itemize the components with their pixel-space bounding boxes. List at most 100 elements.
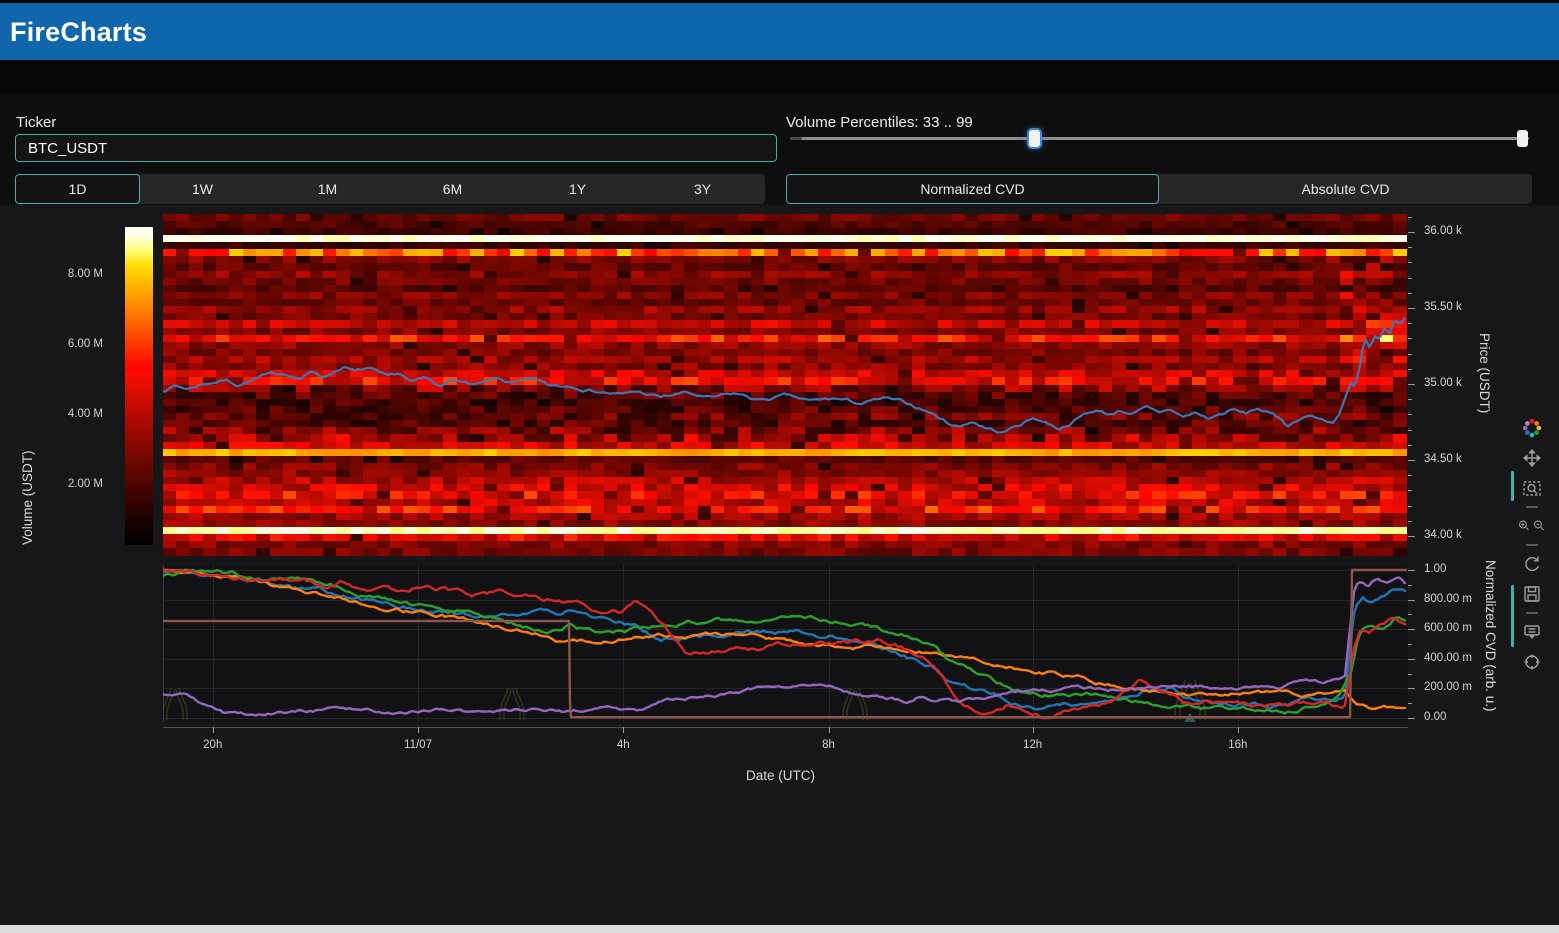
cvd-tick-label: 200.00 m: [1424, 681, 1472, 693]
price-minor-tick: [1408, 384, 1412, 385]
price-minor-tick: [1408, 506, 1412, 507]
cvd-plot-canvas[interactable]: [163, 565, 1407, 725]
cvd-tick: [1408, 718, 1415, 719]
ticker-label: Ticker: [16, 114, 56, 131]
x-tick-label: 4h: [605, 739, 641, 751]
price-minor-tick: [1408, 232, 1412, 233]
price-minor-tick: [1408, 445, 1412, 446]
percentile-slider-handle-high[interactable]: [1517, 130, 1528, 147]
x-tick: [418, 727, 419, 733]
percentile-slider-track-inactive: [790, 137, 802, 140]
box-zoom-icon[interactable]: [1521, 477, 1543, 499]
price-minor-tick: [1408, 414, 1412, 415]
x-tick-label: 11/07: [400, 739, 436, 751]
modebar-active-indicator: [1511, 471, 1514, 501]
cvd-minor-tick: [1408, 614, 1412, 615]
percentile-slider-handle-low[interactable]: [1029, 130, 1040, 147]
x-tick-label: 20h: [195, 739, 231, 751]
x-tick: [213, 727, 214, 733]
header-gap: [0, 60, 1559, 95]
percentile-slider-track[interactable]: [790, 137, 1529, 140]
bottom-strip: [0, 925, 1559, 933]
cvd-minor-tick: [1408, 674, 1412, 675]
cvd-tick: [1408, 570, 1415, 571]
price-minor-tick: [1408, 521, 1412, 522]
cvd-tick: [1408, 600, 1415, 601]
timeframe-button-1y[interactable]: 1Y: [515, 174, 640, 204]
cvd-tick: [1408, 688, 1415, 689]
x-tick: [1238, 727, 1239, 733]
cvd-axis-title: Normalized CVD (arb. u.): [1483, 560, 1498, 712]
price-minor-tick: [1408, 262, 1412, 263]
app-header: FireCharts: [0, 3, 1559, 60]
price-minor-tick: [1408, 475, 1412, 476]
price-minor-tick: [1408, 460, 1412, 461]
cvd-tick-label: 0.00: [1424, 711, 1446, 723]
price-minor-tick: [1408, 354, 1412, 355]
timeframe-button-1d[interactable]: 1D: [15, 174, 140, 204]
zoom-in-icon[interactable]: [1517, 515, 1532, 537]
cvd-mode-button-group: Normalized CVDAbsolute CVD: [786, 174, 1532, 204]
plotly-modebar: [1514, 413, 1550, 677]
cvd-minor-tick: [1408, 585, 1412, 586]
x-tick: [623, 727, 624, 733]
pan-icon[interactable]: [1521, 447, 1543, 469]
modebar-separator: [1526, 544, 1538, 546]
app-title: FireCharts: [0, 3, 1559, 48]
ticker-input[interactable]: [15, 134, 777, 162]
volume-percentiles-label: Volume Percentiles: 33 .. 99: [786, 114, 973, 131]
volume-tick-label: 6.00 M: [60, 338, 103, 350]
cvd-tick-label: 400.00 m: [1424, 652, 1472, 664]
cvd-tick: [1408, 629, 1415, 630]
price-tick-label: 34.50 k: [1424, 453, 1462, 465]
modebar-separator: [1526, 506, 1538, 508]
price-minor-tick: [1408, 293, 1412, 294]
price-minor-tick: [1408, 536, 1412, 537]
price-tick-label: 35.50 k: [1424, 301, 1462, 313]
x-tick: [829, 727, 830, 733]
price-tick-label: 35.00 k: [1424, 377, 1462, 389]
price-minor-tick: [1408, 430, 1412, 431]
volume-tick-label: 4.00 M: [60, 408, 103, 420]
crosshair-icon[interactable]: [1521, 651, 1543, 673]
price-minor-tick: [1408, 323, 1412, 324]
cvd-minor-tick: [1408, 644, 1412, 645]
cvd-mode-button-absolute-cvd[interactable]: Absolute CVD: [1159, 174, 1532, 204]
x-tick-label: 16h: [1220, 739, 1256, 751]
price-minor-tick: [1408, 217, 1412, 218]
modebar-separator: [1526, 612, 1538, 614]
price-minor-tick: [1408, 399, 1412, 400]
timeframe-button-1w[interactable]: 1W: [140, 174, 265, 204]
timeframe-button-3y[interactable]: 3Y: [640, 174, 765, 204]
price-minor-tick: [1408, 308, 1412, 309]
modebar-active-indicator: [1511, 585, 1514, 647]
cvd-tick-label: 1.00: [1424, 563, 1446, 575]
volume-tick-label: 2.00 M: [60, 478, 103, 490]
timeframe-button-1m[interactable]: 1M: [265, 174, 390, 204]
firecharts-app: FireCharts Ticker 1D1W1M6M1Y3Y Volume Pe…: [0, 0, 1559, 933]
x-axis-line: [163, 727, 1408, 728]
timeframe-button-group: 1D1W1M6M1Y3Y: [15, 174, 765, 204]
price-minor-tick: [1408, 338, 1412, 339]
plotly-logo[interactable]: [1521, 417, 1543, 439]
cvd-tick: [1408, 659, 1415, 660]
timeframe-button-6m[interactable]: 6M: [390, 174, 515, 204]
price-minor-tick: [1408, 369, 1412, 370]
price-tick-label: 34.00 k: [1424, 529, 1462, 541]
price-minor-tick: [1408, 247, 1412, 248]
x-tick-label: 8h: [811, 739, 847, 751]
cvd-tick-label: 600.00 m: [1424, 622, 1472, 634]
price-axis-title: Price (USDT): [1477, 333, 1492, 413]
zoom-out-icon[interactable]: [1532, 515, 1547, 537]
heatmap-canvas[interactable]: [163, 214, 1407, 556]
chart-region: 36.00 k35.50 k35.00 k34.50 k34.00 k8.00 …: [0, 205, 1559, 925]
x-tick-label: 12h: [1015, 739, 1051, 751]
toggle-hover-icon[interactable]: [1521, 621, 1543, 643]
volume-tick-label: 8.00 M: [60, 268, 103, 280]
price-minor-tick: [1408, 490, 1412, 491]
cvd-tick-label: 800.00 m: [1424, 593, 1472, 605]
save-icon[interactable]: [1521, 583, 1543, 605]
x-tick: [1033, 727, 1034, 733]
autoscale-icon[interactable]: [1521, 553, 1543, 575]
cvd-mode-button-normalized-cvd[interactable]: Normalized CVD: [786, 174, 1159, 204]
